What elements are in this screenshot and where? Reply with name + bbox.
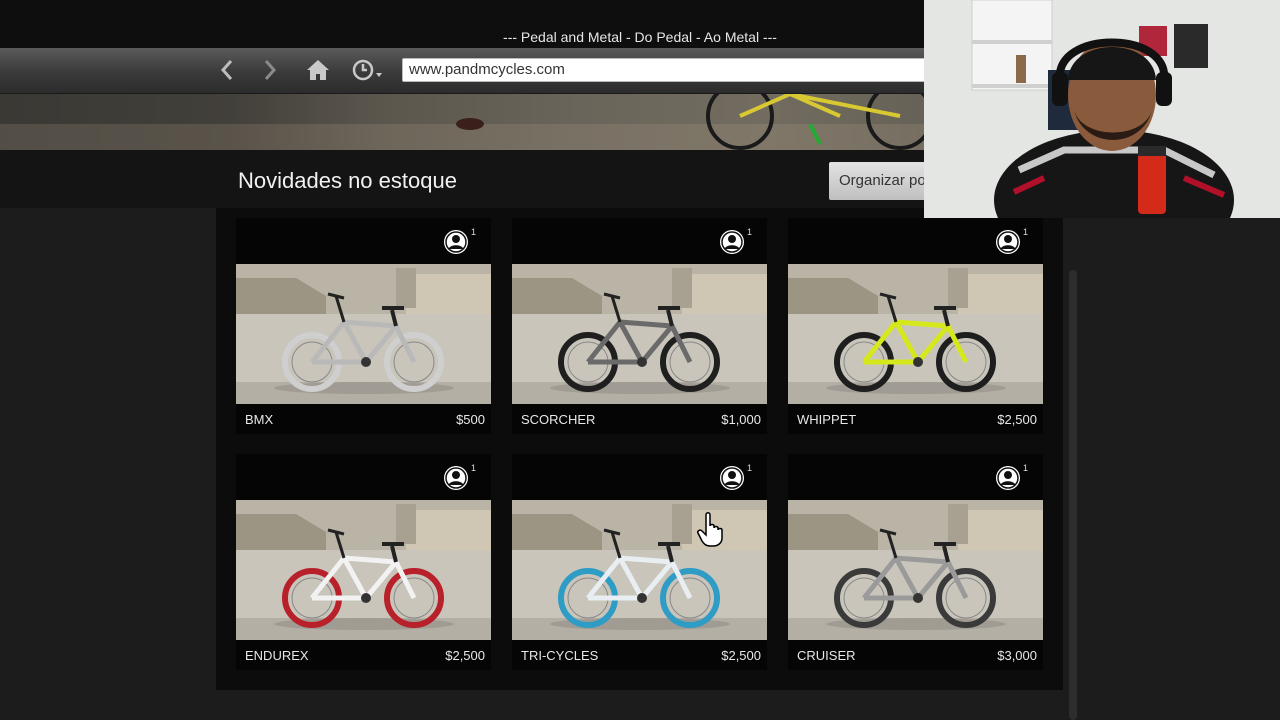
- product-price: $1,000: [721, 412, 761, 427]
- product-price: $2,500: [445, 648, 485, 663]
- player-icon: [444, 466, 468, 490]
- product-name: SCORCHER: [521, 412, 596, 427]
- player-count: 1: [1022, 463, 1028, 473]
- player-icon: [996, 466, 1020, 490]
- product-name: CRUISER: [797, 648, 856, 663]
- product-card[interactable]: 1 ENDUREX $2,500: [236, 454, 491, 670]
- webcam-overlay: [924, 0, 1280, 218]
- product-card[interactable]: 1 BMX $500: [236, 218, 491, 434]
- forward-arrow-icon[interactable]: [256, 56, 284, 84]
- product-price: $3,000: [997, 648, 1037, 663]
- player-icon: [444, 230, 468, 254]
- product-price: $2,500: [721, 648, 761, 663]
- product-card[interactable]: 1 SCORCHER $1,000: [512, 218, 767, 434]
- product-price: $2,500: [997, 412, 1037, 427]
- hand-cursor-icon: [697, 512, 723, 547]
- product-name: TRI-CYCLES: [521, 648, 599, 663]
- product-image: [788, 264, 1043, 404]
- product-image: [236, 264, 491, 404]
- product-name: ENDUREX: [245, 648, 309, 663]
- section-title: Novidades no estoque: [238, 168, 457, 193]
- scrollbar[interactable]: [1069, 270, 1077, 720]
- player-icon: [720, 466, 744, 490]
- player-count: 1: [1022, 227, 1028, 237]
- player-count: 1: [470, 227, 476, 237]
- product-image: [512, 264, 767, 404]
- back-arrow-icon[interactable]: [213, 56, 241, 84]
- player-icon: [720, 230, 744, 254]
- history-clock-icon[interactable]: [350, 56, 388, 84]
- url-input[interactable]: www.pandmcycles.com: [402, 58, 962, 82]
- player-count: 1: [746, 227, 752, 237]
- product-image: [236, 500, 491, 640]
- product-card[interactable]: 1 WHIPPET $2,500: [788, 218, 1043, 434]
- home-icon[interactable]: [304, 56, 332, 84]
- product-image: [788, 500, 1043, 640]
- player-icon: [996, 230, 1020, 254]
- product-card[interactable]: 1 CRUISER $3,000: [788, 454, 1043, 670]
- player-count: 1: [746, 463, 752, 473]
- product-name: WHIPPET: [797, 412, 857, 427]
- product-card[interactable]: 1 TRI-CYCLES $2,500: [512, 454, 767, 670]
- product-image: [512, 500, 767, 640]
- player-count: 1: [470, 463, 476, 473]
- product-name: BMX: [245, 412, 274, 427]
- product-price: $500: [456, 412, 485, 427]
